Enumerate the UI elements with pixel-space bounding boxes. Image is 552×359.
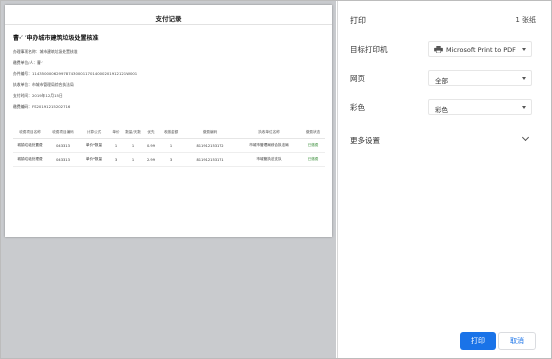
color-select[interactable]: 彩色 [428, 99, 532, 115]
pages-value: 全部 [435, 76, 448, 85]
chevron-down-icon[interactable] [521, 133, 530, 142]
table-cell: 8119121531?2 [183, 138, 237, 153]
chevron-down-icon [522, 77, 526, 80]
destination-label: 目标打印机 [350, 45, 388, 54]
meta-pay-time: 支付时间：2019年12月15日 [13, 93, 63, 98]
table-cell: 2.99 [143, 152, 159, 167]
preview-page: 支付记录 曹·′ ′申办城市建筑垃圾处置核准 办理事项名称：城市建筑垃圾处置核准… [5, 5, 332, 237]
print-settings-panel: 打印 1 张纸 目标打印机 Microsoft Print to PDF 网页 … [337, 1, 551, 358]
fee-table: 收费项目名称 收费项目编码 计算公式 单价 数量/天数 优先 收缴金额 缴费编码… [13, 126, 325, 167]
table-cell: 043313 [47, 152, 79, 167]
item-title: 曹·′ ′申办城市建筑垃圾处置核准 [13, 35, 99, 42]
table-cell: 1 [159, 138, 183, 153]
pages-label: 网页 [350, 74, 365, 83]
table-cell: 市城管执法支队 [237, 152, 301, 167]
meta-case-number: 办件编号：11435000062997874300011701400020191… [13, 71, 138, 76]
table-cell: 1 [109, 138, 123, 153]
meta-collecting-unit: 执收单位：市城市管理局综合执法局 [13, 82, 74, 87]
column-header: 数量/天数 [123, 126, 143, 139]
column-header: 优先 [143, 126, 159, 139]
cancel-button[interactable]: 取消 [498, 332, 536, 350]
print-preview-pane[interactable]: 支付记录 曹·′ ′申办城市建筑垃圾处置核准 办理事项名称：城市建筑垃圾处置核准… [1, 1, 336, 358]
table-row: 城镇垃圾处置费 043313 单价*数量 1 1 0.99 1 81191215… [13, 138, 325, 153]
destination-value: Microsoft Print to PDF [446, 45, 516, 54]
status-cell: 已缴费 [301, 152, 325, 167]
title-divider [5, 24, 332, 25]
column-header: 收缴金额 [159, 126, 183, 139]
pages-select[interactable]: 全部 [428, 70, 532, 86]
table-header-row: 收费项目名称 收费项目编码 计算公式 单价 数量/天数 优先 收缴金额 缴费编码… [13, 126, 325, 139]
chevron-down-icon [522, 106, 526, 109]
table-row: 城镇垃圾处理费 043313 单价*数量 3 1 2.99 3 81191215… [13, 152, 325, 167]
table-cell: 市城市管理局综合执法局 [237, 138, 301, 153]
meta-pay-code: 缴费编码：FS20191215202716 [13, 104, 71, 109]
meta-item-name: 办理事项名称：城市建筑垃圾处置核准 [13, 49, 78, 54]
sheet-count: 1 张纸 [515, 16, 536, 24]
printer-icon [434, 46, 443, 53]
table-cell: 043313 [47, 138, 79, 153]
table-cell: 3 [109, 152, 123, 167]
table-cell: 城镇垃圾处置费 [13, 138, 47, 153]
table-cell: 单价*数量 [79, 152, 109, 167]
status-cell: 已缴费 [301, 138, 325, 153]
print-dialog: 支付记录 曹·′ ′申办城市建筑垃圾处置核准 办理事项名称：城市建筑垃圾处置核准… [0, 0, 552, 359]
print-button[interactable]: 打印 [460, 332, 496, 350]
column-header: 缴费状态 [301, 126, 325, 139]
meta-payer: 缴费单位/人：曹·′ [13, 60, 43, 65]
table-cell: 城镇垃圾处理费 [13, 152, 47, 167]
column-header: 收费项目名称 [13, 126, 47, 139]
column-header: 缴费编码 [183, 126, 237, 139]
table-cell: 单价*数量 [79, 138, 109, 153]
table-cell: 3 [159, 152, 183, 167]
more-settings-toggle[interactable]: 更多设置 [350, 135, 380, 146]
chevron-down-icon [522, 48, 526, 51]
table-cell: 1 [123, 138, 143, 153]
column-header: 单价 [109, 126, 123, 139]
column-header: 计算公式 [79, 126, 109, 139]
color-label: 彩色 [350, 103, 365, 112]
table-cell: 0.99 [143, 138, 159, 153]
column-header: 执收单位名称 [237, 126, 301, 139]
color-value: 彩色 [435, 105, 448, 114]
print-header: 打印 [350, 16, 366, 25]
column-header: 收费项目编码 [47, 126, 79, 139]
table-cell: 8119121531?1 [183, 152, 237, 167]
table-cell: 1 [123, 152, 143, 167]
destination-select[interactable]: Microsoft Print to PDF [428, 41, 532, 57]
document-title: 支付记录 [155, 15, 182, 23]
